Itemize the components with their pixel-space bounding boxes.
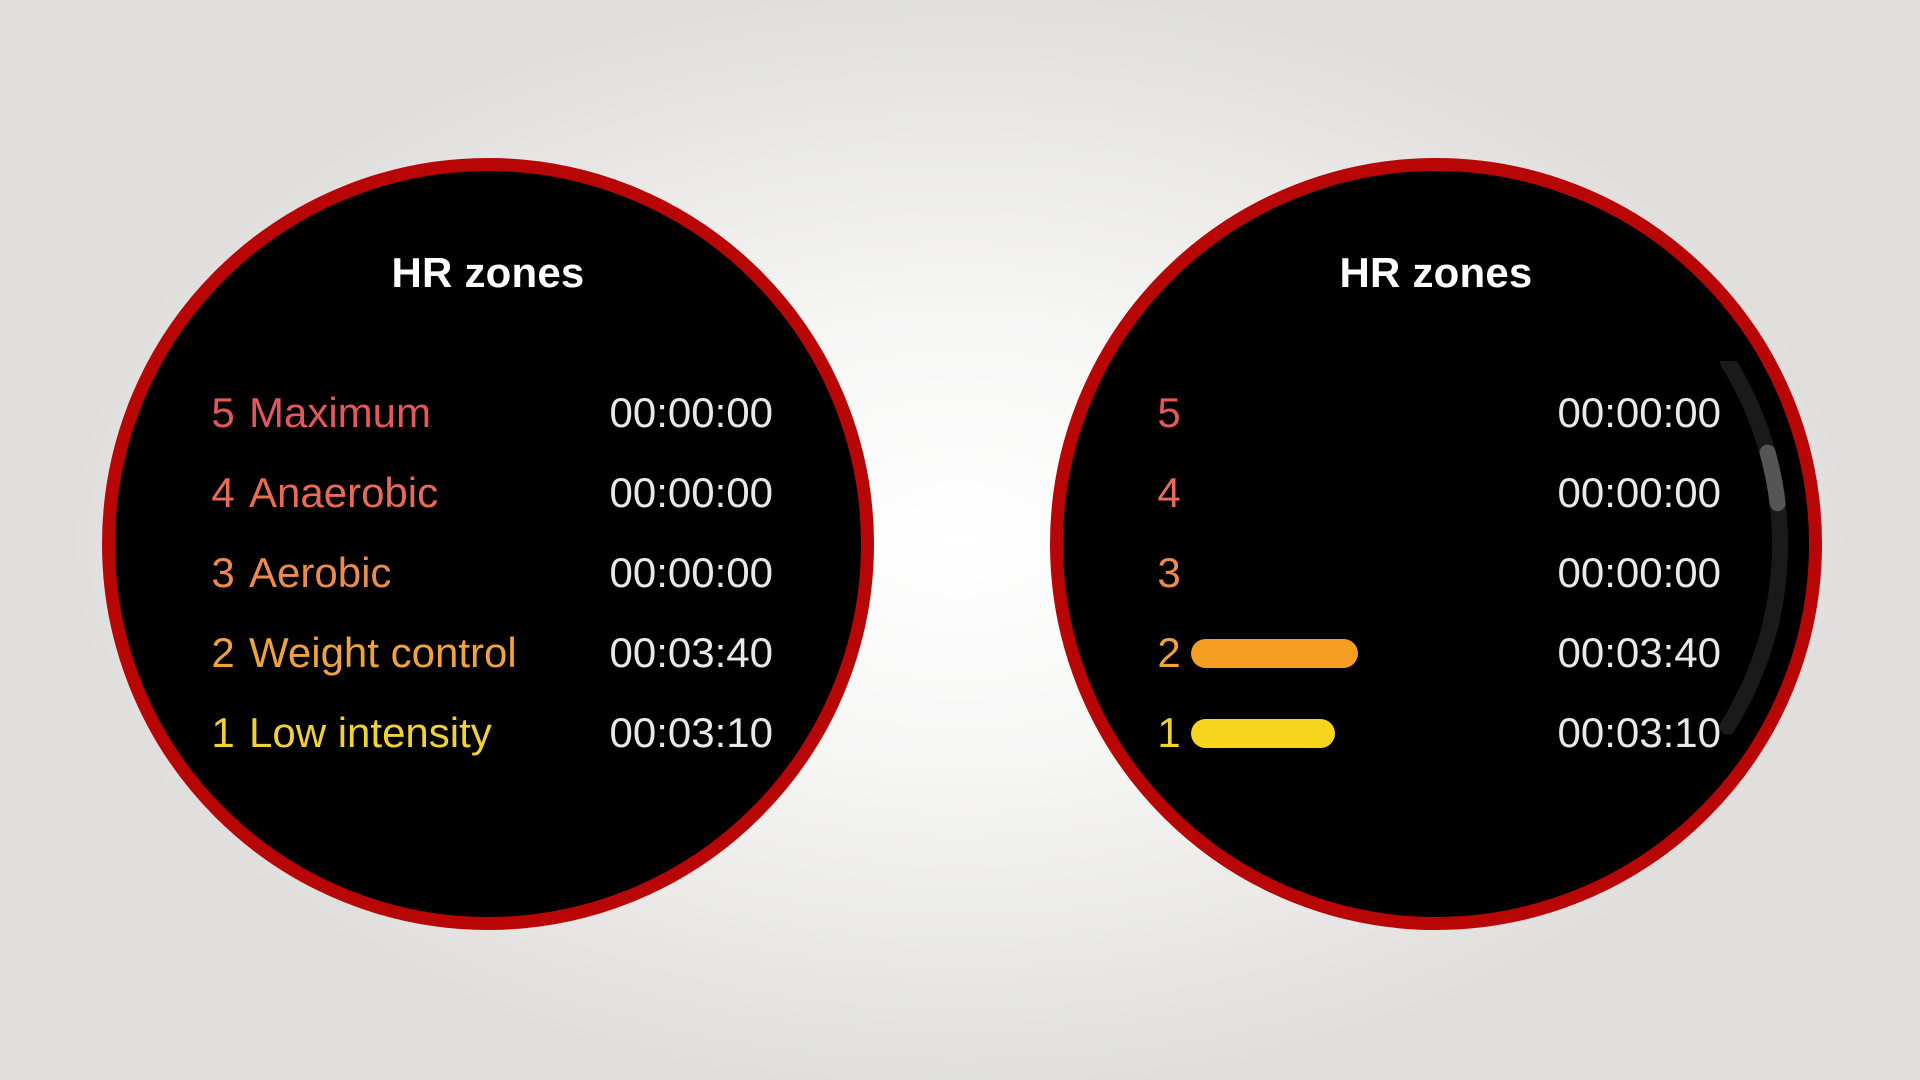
zone-time: 00:03:10 — [609, 709, 774, 756]
zone-row[interactable]: 5 Maximum 00:00:00 — [115, 385, 861, 441]
zone-time: 00:00:00 — [609, 549, 774, 596]
zone-time: 00:00:00 — [609, 389, 774, 436]
watch-screen-hr-zones-labels: HR zones 5 Maximum 00:00:00 4 Anaerobic 00:00… — [102, 158, 874, 930]
zone-label: Maximum — [249, 389, 432, 436]
zone-label: Anaerobic — [249, 469, 439, 516]
zone-duration-bar — [1191, 639, 1358, 668]
zone-duration-bar — [1191, 719, 1335, 748]
zone-number: 1 — [211, 709, 235, 756]
zone-number: 3 — [1157, 549, 1181, 596]
zone-row[interactable]: 1 Low intensity 00:03:10 — [115, 705, 861, 761]
scrollbar[interactable] — [1395, 361, 1795, 741]
zone-label: Low intensity — [249, 709, 492, 756]
screen-title: HR zones — [391, 249, 585, 296]
zone-time: 00:00:00 — [609, 469, 774, 516]
zone-number: 4 — [211, 469, 235, 516]
scrollbar-thumb[interactable] — [1759, 444, 1786, 512]
zone-label: Weight control — [249, 629, 517, 676]
scrollbar-track[interactable] — [1719, 361, 1788, 735]
zone-row[interactable]: 3 Aerobic 00:00:00 — [115, 545, 861, 601]
watch-screen-hr-zones-bars: HR zones 5 00:00:00 4 00:00:00 3 00:00:00 2 00:… — [1050, 158, 1822, 930]
screen-title: HR zones — [1339, 249, 1533, 296]
zone-number: 5 — [1157, 389, 1181, 436]
zone-number: 4 — [1157, 469, 1181, 516]
zone-number: 3 — [211, 549, 235, 596]
zone-label: Aerobic — [249, 549, 392, 596]
zone-row[interactable]: 2 Weight control 00:03:40 — [115, 625, 861, 681]
zone-number: 5 — [211, 389, 235, 436]
zone-time: 00:03:40 — [609, 629, 774, 676]
zone-number: 2 — [1157, 629, 1181, 676]
zone-number: 1 — [1157, 709, 1181, 756]
zone-row[interactable]: 4 Anaerobic 00:00:00 — [115, 465, 861, 521]
zone-number: 2 — [211, 629, 235, 676]
